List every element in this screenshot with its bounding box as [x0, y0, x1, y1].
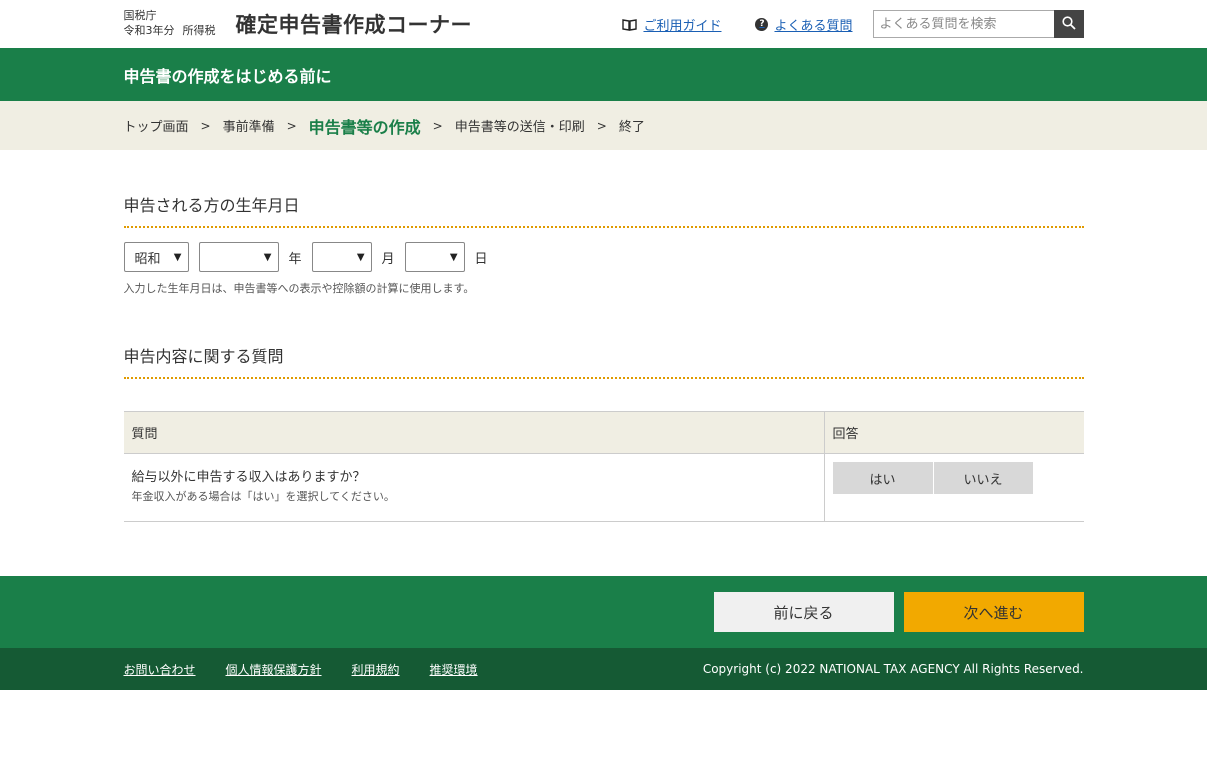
- no-button[interactable]: いいえ: [932, 462, 1033, 494]
- copyright-text: Copyright (c) 2022 NATIONAL TAX AGENCY A…: [702, 662, 1084, 676]
- step-finish: 終了: [618, 120, 645, 135]
- birthdate-note: 入力した生年月日は、申告書等への表示や控除額の計算に使用します。: [123, 282, 475, 295]
- user-guide-link[interactable]: ご利用ガイド: [622, 15, 721, 34]
- tax-type: 所得税: [182, 24, 216, 37]
- page-title: 申告書の作成をはじめる前に: [123, 66, 332, 86]
- birthdate-heading: 申告される方の生年月日: [123, 192, 1084, 228]
- chevron-right-icon: >: [200, 118, 211, 133]
- footer-link-contact[interactable]: お問い合わせ: [124, 661, 196, 678]
- era-select[interactable]: 昭和 ▼: [123, 242, 189, 272]
- footer-link-environment[interactable]: 推奨環境: [430, 661, 478, 678]
- step-create-return: 申告書等の作成: [308, 117, 421, 137]
- questions-heading: 申告内容に関する質問: [123, 343, 1084, 379]
- question-cell: 給与以外に申告する収入はありますか？ 年金収入がある場合は「はい」を選択してくだ…: [123, 453, 824, 522]
- search-button[interactable]: [1053, 10, 1084, 38]
- faq-search-input[interactable]: [872, 10, 1054, 38]
- step-preparation: 事前準備: [222, 120, 275, 135]
- search-icon: [1061, 15, 1076, 33]
- tax-year: 令和3年分: [123, 24, 175, 37]
- faq-label: よくある質問: [774, 18, 853, 34]
- column-header-question: 質問: [123, 411, 824, 454]
- year-select[interactable]: ▼: [198, 242, 279, 272]
- book-icon: [622, 18, 638, 31]
- faq-search: [872, 10, 1084, 38]
- user-guide-label: ご利用ガイド: [643, 18, 722, 34]
- column-header-answer: 回答: [823, 411, 1084, 454]
- progress-steps: トップ画面 > 事前準備 > 申告書等の作成 > 申告書等の送信・印刷 > 終了: [0, 101, 1207, 150]
- month-select[interactable]: ▼: [311, 242, 372, 272]
- step-top: トップ画面: [123, 120, 189, 135]
- page-title-bar: 申告書の作成をはじめる前に: [0, 48, 1207, 101]
- main-content: 申告される方の生年月日 昭和 ▼ ▼ 年 ▼ 月 ▼ 日 入力した生年月日は、申…: [123, 192, 1084, 522]
- faq-link[interactable]: ? よくある質問: [755, 15, 853, 34]
- footer-link-terms[interactable]: 利用規約: [352, 661, 400, 678]
- yes-button[interactable]: はい: [832, 462, 933, 494]
- table-row: 給与以外に申告する収入はありますか？ 年金収入がある場合は「はい」を選択してくだ…: [123, 453, 1084, 522]
- day-select[interactable]: ▼: [404, 242, 465, 272]
- birthdate-fields: 昭和 ▼ ▼ 年 ▼ 月 ▼ 日: [123, 242, 1084, 272]
- month-unit: 月: [381, 251, 395, 267]
- agency-name: 国税庁: [123, 9, 157, 22]
- back-button[interactable]: 前に戻る: [713, 592, 894, 632]
- answer-cell: はい いいえ: [823, 453, 1084, 522]
- agency-label: 国税庁 令和3年分 所得税: [124, 8, 224, 38]
- questions-table: 質問 回答 給与以外に申告する収入はありますか？ 年金収入がある場合は「はい」を…: [123, 411, 1084, 522]
- chevron-down-icon: ▼: [173, 251, 182, 263]
- step-send-print: 申告書等の送信・印刷: [454, 120, 585, 135]
- next-button[interactable]: 次へ進む: [903, 592, 1084, 632]
- year-unit: 年: [288, 251, 302, 267]
- site-footer: お問い合わせ 個人情報保護方針 利用規約 推奨環境 Copyright (c) …: [0, 648, 1207, 690]
- question-circle-icon: ?: [755, 17, 769, 31]
- site-title: 確定申告書作成コーナー: [235, 13, 472, 37]
- site-header: 国税庁 令和3年分 所得税 確定申告書作成コーナー ご利用ガイド ? よくある質問: [0, 0, 1207, 48]
- chevron-down-icon: ▼: [449, 251, 458, 263]
- chevron-right-icon: >: [596, 118, 607, 133]
- question-hint: 年金収入がある場合は「はい」を選択してください。: [131, 490, 395, 503]
- chevron-down-icon: ▼: [263, 251, 272, 263]
- footer-link-privacy[interactable]: 個人情報保護方針: [226, 661, 322, 678]
- day-unit: 日: [474, 251, 488, 267]
- chevron-down-icon: ▼: [356, 251, 365, 263]
- era-select-value: 昭和: [134, 251, 161, 267]
- chevron-right-icon: >: [432, 118, 443, 133]
- yes-no-toggle: はい いいえ: [832, 462, 1076, 494]
- chevron-right-icon: >: [286, 118, 297, 133]
- question-text: 給与以外に申告する収入はありますか？: [131, 470, 366, 485]
- navigation-bar: 前に戻る 次へ進む: [0, 576, 1207, 648]
